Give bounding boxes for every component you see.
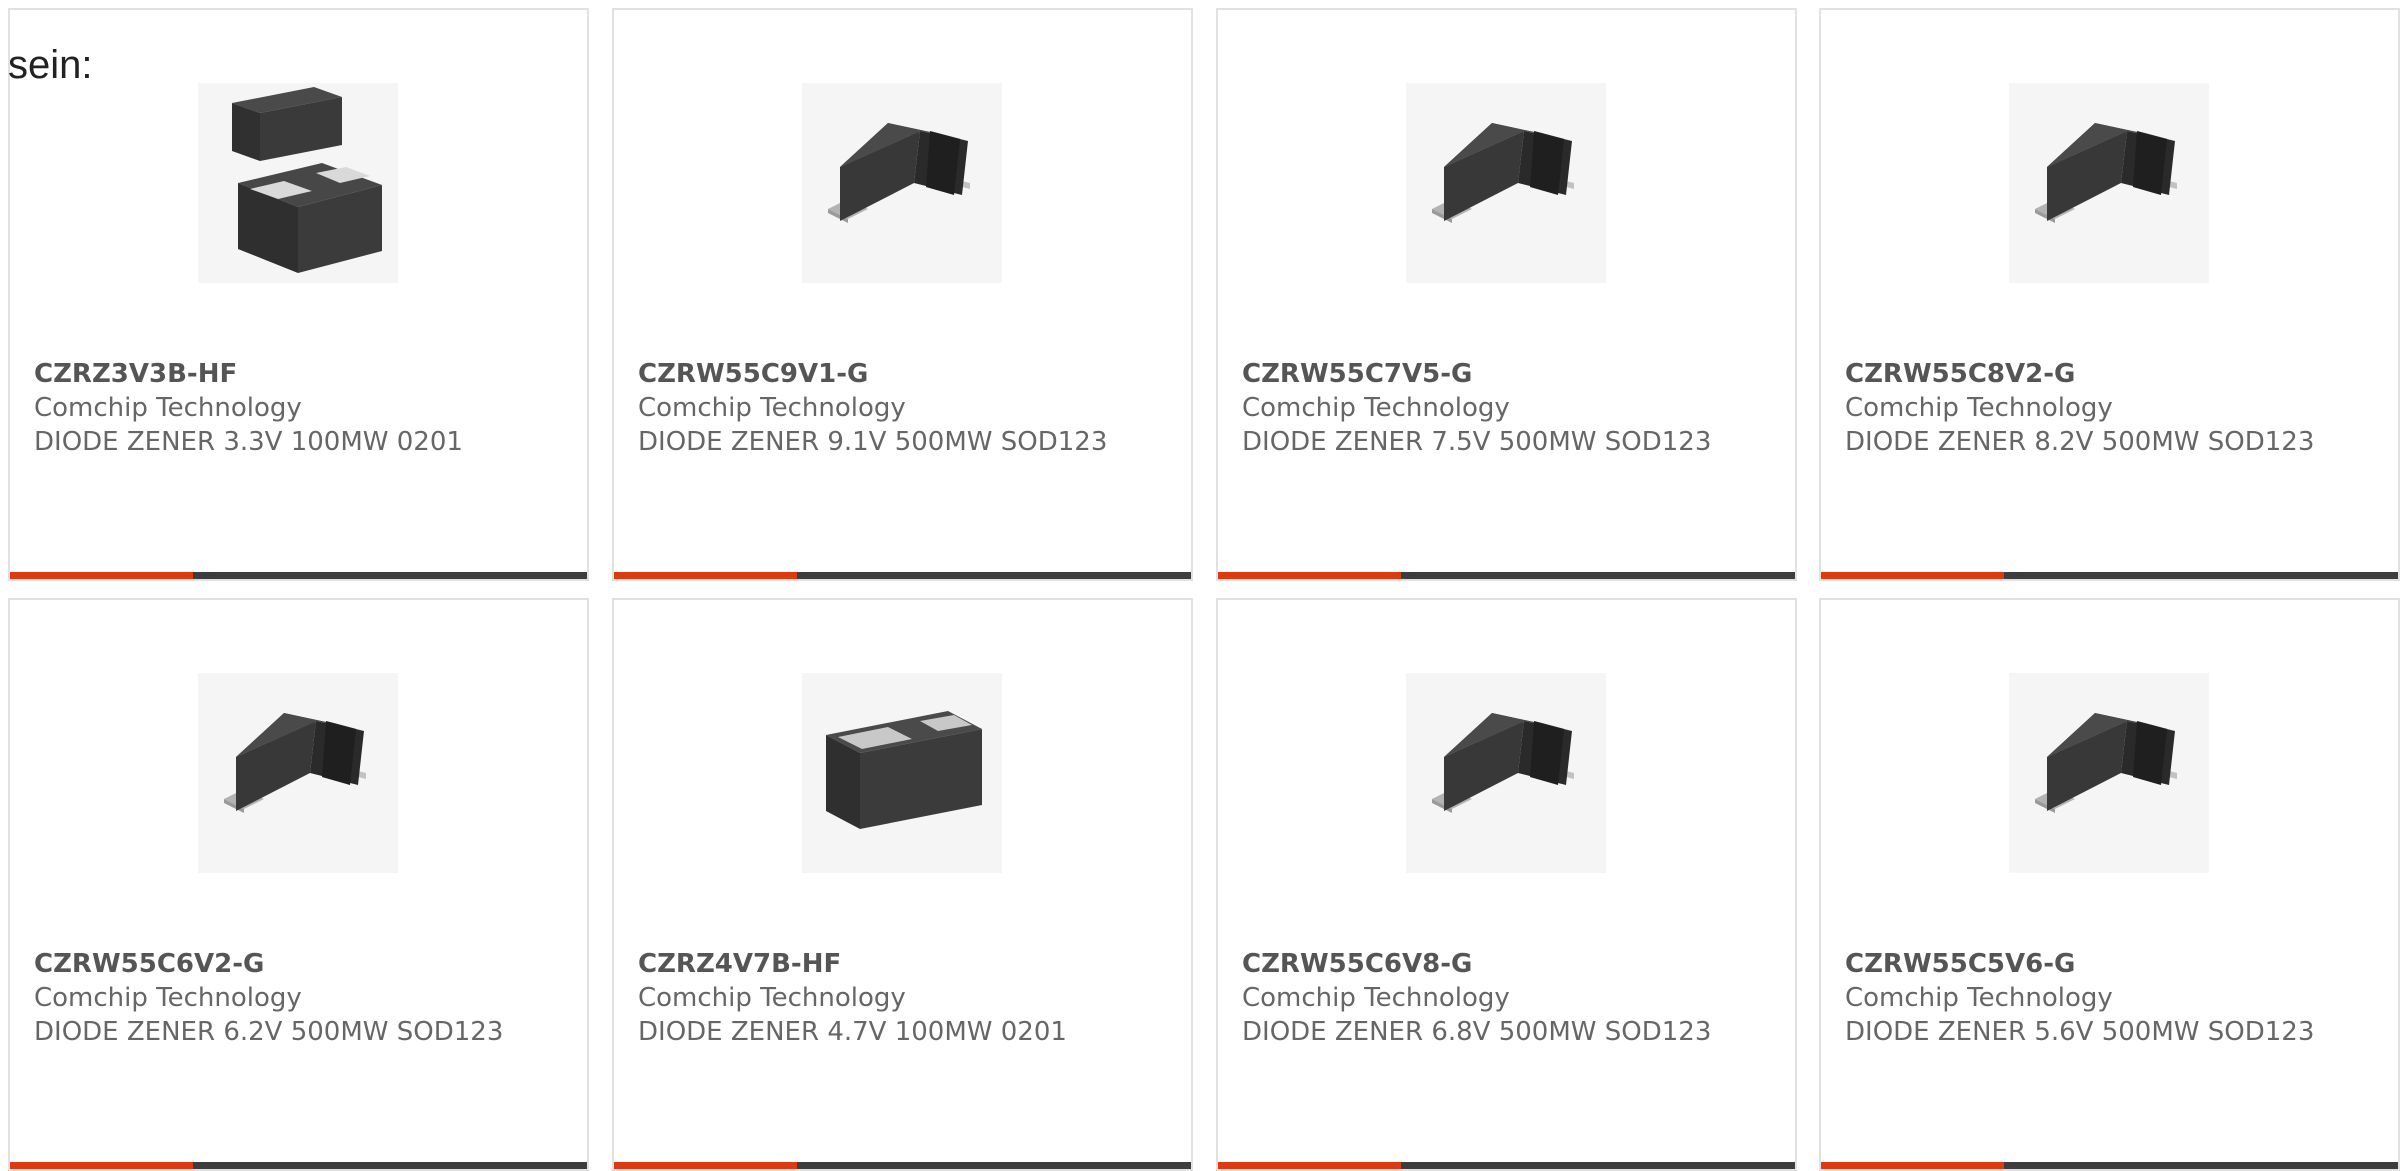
diode-sod123-package-icon[interactable] <box>2009 673 2209 873</box>
manufacturer: Comchip Technology <box>1845 983 2113 1013</box>
part-number[interactable]: CZRW55C6V8-G <box>1242 947 1762 981</box>
card-accent-bar <box>10 1162 193 1169</box>
diode-sod123-package-icon[interactable] <box>198 673 398 873</box>
card-bottom-bar <box>10 572 587 579</box>
part-number[interactable]: CZRW55C6V2-G <box>34 947 554 981</box>
product-card[interactable]: CZRZ3V3B-HF Comchip Technology DIODE ZEN… <box>8 8 589 581</box>
part-number[interactable]: CZRW55C8V2-G <box>1845 357 2365 391</box>
manufacturer: Comchip Technology <box>34 983 302 1013</box>
product-card[interactable]: CZRW55C6V2-G Comchip Technology DIODE ZE… <box>8 598 589 1171</box>
product-info: CZRW55C9V1-G Comchip Technology DIODE ZE… <box>638 357 1158 459</box>
description: DIODE ZENER 5.6V 500MW SOD123 <box>1845 1017 2315 1047</box>
product-card[interactable]: CZRW55C9V1-G Comchip Technology DIODE ZE… <box>612 8 1193 581</box>
card-accent-bar <box>1218 572 1401 579</box>
card-bottom-bar <box>614 1162 1191 1169</box>
card-bottom-bar <box>1821 1162 2398 1169</box>
part-number[interactable]: CZRW55C9V1-G <box>638 357 1158 391</box>
product-info: CZRW55C6V8-G Comchip Technology DIODE ZE… <box>1242 947 1762 1049</box>
card-bottom-bar <box>614 572 1191 579</box>
description: DIODE ZENER 6.2V 500MW SOD123 <box>34 1017 504 1047</box>
diode-0201-package-icon[interactable] <box>802 673 1002 873</box>
description: DIODE ZENER 9.1V 500MW SOD123 <box>638 427 1108 457</box>
card-bottom-bar <box>1821 572 2398 579</box>
product-info: CZRZ3V3B-HF Comchip Technology DIODE ZEN… <box>34 357 554 459</box>
card-bottom-bar <box>1218 1162 1795 1169</box>
card-accent-bar <box>10 572 193 579</box>
card-accent-bar <box>614 1162 797 1169</box>
product-card[interactable]: CZRW55C8V2-G Comchip Technology DIODE ZE… <box>1819 8 2400 581</box>
description: DIODE ZENER 7.5V 500MW SOD123 <box>1242 427 1712 457</box>
diode-sod123-package-icon[interactable] <box>1406 673 1606 873</box>
card-accent-bar <box>1218 1162 1401 1169</box>
card-bottom-bar <box>1218 572 1795 579</box>
intro-text: sein: <box>8 43 93 87</box>
manufacturer: Comchip Technology <box>638 983 906 1013</box>
part-number[interactable]: CZRW55C5V6-G <box>1845 947 2365 981</box>
diode-0201-package-icon[interactable] <box>198 83 398 283</box>
part-number[interactable]: CZRZ3V3B-HF <box>34 357 554 391</box>
description: DIODE ZENER 4.7V 100MW 0201 <box>638 1017 1067 1047</box>
product-card[interactable]: CZRW55C7V5-G Comchip Technology DIODE ZE… <box>1216 8 1797 581</box>
description: DIODE ZENER 3.3V 100MW 0201 <box>34 427 463 457</box>
diode-sod123-package-icon[interactable] <box>802 83 1002 283</box>
manufacturer: Comchip Technology <box>1242 393 1510 423</box>
manufacturer: Comchip Technology <box>1845 393 2113 423</box>
description: DIODE ZENER 8.2V 500MW SOD123 <box>1845 427 2315 457</box>
product-info: CZRW55C5V6-G Comchip Technology DIODE ZE… <box>1845 947 2365 1049</box>
description: DIODE ZENER 6.8V 500MW SOD123 <box>1242 1017 1712 1047</box>
card-accent-bar <box>1821 1162 2004 1169</box>
card-bottom-bar <box>10 1162 587 1169</box>
product-info: CZRW55C7V5-G Comchip Technology DIODE ZE… <box>1242 357 1762 459</box>
product-card[interactable]: CZRW55C6V8-G Comchip Technology DIODE ZE… <box>1216 598 1797 1171</box>
product-card[interactable]: CZRW55C5V6-G Comchip Technology DIODE ZE… <box>1819 598 2400 1171</box>
card-accent-bar <box>614 572 797 579</box>
manufacturer: Comchip Technology <box>1242 983 1510 1013</box>
part-number[interactable]: CZRW55C7V5-G <box>1242 357 1762 391</box>
manufacturer: Comchip Technology <box>34 393 302 423</box>
diode-sod123-package-icon[interactable] <box>1406 83 1606 283</box>
product-info: CZRW55C6V2-G Comchip Technology DIODE ZE… <box>34 947 554 1049</box>
product-card[interactable]: CZRZ4V7B-HF Comchip Technology DIODE ZEN… <box>612 598 1193 1171</box>
product-info: CZRZ4V7B-HF Comchip Technology DIODE ZEN… <box>638 947 1158 1049</box>
card-accent-bar <box>1821 572 2004 579</box>
part-number[interactable]: CZRZ4V7B-HF <box>638 947 1158 981</box>
diode-sod123-package-icon[interactable] <box>2009 83 2209 283</box>
manufacturer: Comchip Technology <box>638 393 906 423</box>
product-info: CZRW55C8V2-G Comchip Technology DIODE ZE… <box>1845 357 2365 459</box>
